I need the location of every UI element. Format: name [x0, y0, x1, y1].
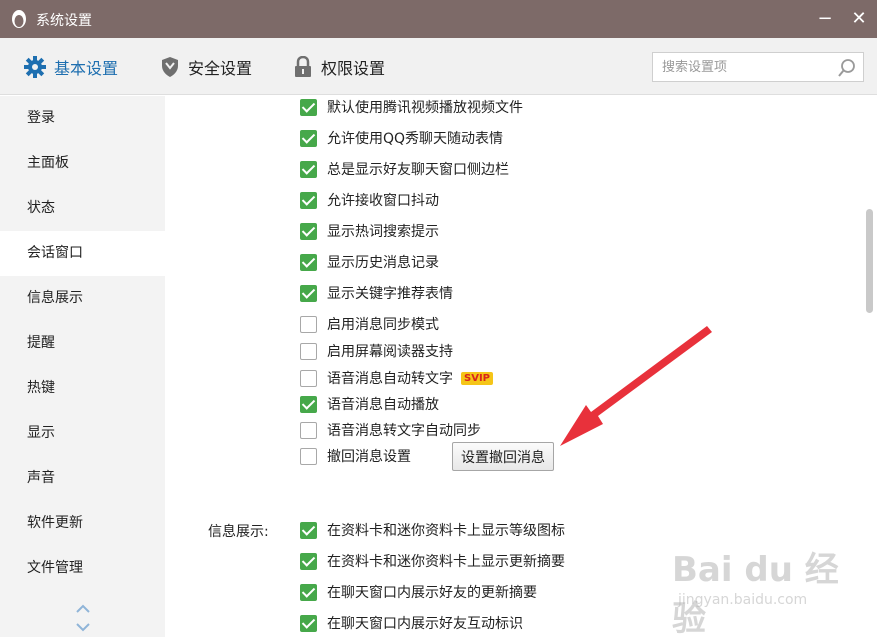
tab-label: 基本设置 [54, 58, 119, 78]
search-box [652, 52, 864, 82]
sidebar-item-file-management[interactable]: 文件管理 [0, 546, 165, 591]
checkbox-checked[interactable] [300, 160, 317, 178]
option-row[interactable]: 语音消息自动播放 [300, 393, 439, 415]
gear-icon [24, 55, 46, 78]
option-row[interactable]: 允许使用QQ秀聊天随动表情 [300, 127, 503, 149]
option-label: 显示关键字推荐表情 [327, 286, 453, 302]
option-row[interactable]: 总是显示好友聊天窗口侧边栏 [300, 158, 509, 180]
option-row[interactable]: 语音消息转文字自动同步 [300, 419, 481, 441]
option-label: 启用消息同步模式 [327, 317, 439, 333]
option-row[interactable]: 在资料卡和迷你资料卡上显示更新摘要 [300, 550, 565, 572]
option-row[interactable]: 显示历史消息记录 [300, 251, 439, 273]
checkbox-unchecked[interactable] [300, 369, 317, 387]
checkbox-checked[interactable] [300, 552, 317, 570]
svip-badge: SVIP [461, 371, 493, 385]
sidebar-item-reminder[interactable]: 提醒 [0, 321, 165, 366]
option-label: 允许接收窗口抖动 [327, 193, 439, 209]
shield-icon [162, 56, 178, 77]
option-label: 在聊天窗口内展示好友的更新摘要 [327, 585, 537, 601]
option-label: 显示历史消息记录 [327, 255, 439, 271]
option-row[interactable]: 在资料卡和迷你资料卡上显示等级图标 [300, 519, 565, 541]
sidebar-item-chat-window[interactable]: 会话窗口 [0, 231, 165, 276]
set-recall-message-button[interactable]: 设置撤回消息 [452, 442, 554, 471]
sidebar-item-status[interactable]: 状态 [0, 186, 165, 231]
section-label-info-display: 信息展示: [208, 524, 269, 540]
checkbox-checked[interactable] [300, 129, 317, 147]
option-row[interactable]: 显示热词搜索提示 [300, 220, 439, 242]
option-label: 在聊天窗口内展示好友互动标识 [327, 616, 523, 632]
watermark-url: jingyan.baidu.com [678, 592, 808, 608]
checkbox-checked[interactable] [300, 521, 317, 539]
option-label: 显示热词搜索提示 [327, 224, 439, 240]
minimize-button[interactable]: − [812, 6, 838, 32]
tab-permission-settings[interactable]: 权限设置 [293, 38, 385, 95]
sidebar-item-hotkey[interactable]: 热键 [0, 366, 165, 411]
tab-label: 权限设置 [321, 58, 386, 78]
checkbox-checked[interactable] [300, 222, 317, 240]
checkbox-unchecked[interactable] [300, 342, 317, 360]
window-title: 系统设置 [36, 13, 92, 29]
option-row[interactable]: 启用屏幕阅读器支持 [300, 340, 453, 362]
option-row[interactable]: 显示关键字推荐表情 [300, 282, 453, 304]
option-label: 撤回消息设置 [327, 449, 411, 465]
option-row[interactable]: 在聊天窗口内展示好友互动标识 [300, 612, 523, 634]
checkbox-checked[interactable] [300, 98, 317, 116]
checkbox-checked[interactable] [300, 253, 317, 271]
tab-basic-settings[interactable]: 基本设置 [24, 38, 118, 95]
option-label: 允许使用QQ秀聊天随动表情 [327, 131, 504, 147]
option-label: 启用屏幕阅读器支持 [327, 344, 453, 360]
sidebar-item-display[interactable]: 显示 [0, 411, 165, 456]
sidebar: 登录 主面板 状态 会话窗口 信息展示 提醒 热键 显示 声音 软件更新 文件管… [0, 96, 165, 637]
option-label: 总是显示好友聊天窗口侧边栏 [327, 162, 509, 178]
watermark-logo: Bai du 经验 [672, 550, 839, 637]
checkbox-checked[interactable] [300, 395, 317, 413]
chevron-up-icon[interactable] [75, 604, 91, 614]
option-label: 默认使用腾讯视频播放视频文件 [327, 100, 523, 116]
penguin-icon [12, 10, 26, 28]
tab-bar: 基本设置 安全设置 权限设置 [0, 38, 877, 95]
checkbox-checked[interactable] [300, 614, 317, 632]
checkbox-unchecked[interactable] [300, 447, 317, 465]
checkbox-checked[interactable] [300, 284, 317, 302]
option-row[interactable]: 启用消息同步模式 [300, 313, 439, 335]
option-row[interactable]: 语音消息自动转文字 SVIP [300, 367, 493, 389]
tab-security-settings[interactable]: 安全设置 [160, 38, 252, 95]
option-label: 在资料卡和迷你资料卡上显示更新摘要 [327, 554, 565, 570]
option-row[interactable]: 允许接收窗口抖动 [300, 189, 439, 211]
tab-label: 安全设置 [188, 58, 253, 78]
option-label: 语音消息转文字自动同步 [327, 423, 481, 439]
checkbox-checked[interactable] [300, 191, 317, 209]
scrollbar-thumb[interactable] [866, 209, 873, 313]
checkbox-checked[interactable] [300, 583, 317, 601]
checkbox-unchecked[interactable] [300, 421, 317, 439]
option-label: 在资料卡和迷你资料卡上显示等级图标 [327, 523, 565, 539]
option-row[interactable]: 撤回消息设置 [300, 445, 411, 467]
sidebar-item-sound[interactable]: 声音 [0, 456, 165, 501]
search-input[interactable] [653, 53, 833, 81]
search-icon[interactable] [837, 58, 857, 78]
lock-icon [295, 55, 311, 77]
option-row[interactable]: 默认使用腾讯视频播放视频文件 [300, 96, 523, 118]
sidebar-item-software-update[interactable]: 软件更新 [0, 501, 165, 546]
sidebar-item-login[interactable]: 登录 [0, 96, 165, 141]
checkbox-unchecked[interactable] [300, 315, 317, 333]
title-bar: 系统设置 − ✕ [0, 0, 877, 38]
option-label: 语音消息自动播放 [327, 397, 439, 413]
sidebar-item-info-display[interactable]: 信息展示 [0, 276, 165, 321]
close-button[interactable]: ✕ [846, 6, 872, 32]
chevron-down-icon[interactable] [75, 622, 91, 632]
option-row[interactable]: 在聊天窗口内展示好友的更新摘要 [300, 581, 537, 603]
baidu-watermark: Bai du 经验 jingyan.baidu.com [672, 542, 872, 637]
option-label: 语音消息自动转文字 [327, 371, 453, 387]
sidebar-item-main-panel[interactable]: 主面板 [0, 141, 165, 186]
